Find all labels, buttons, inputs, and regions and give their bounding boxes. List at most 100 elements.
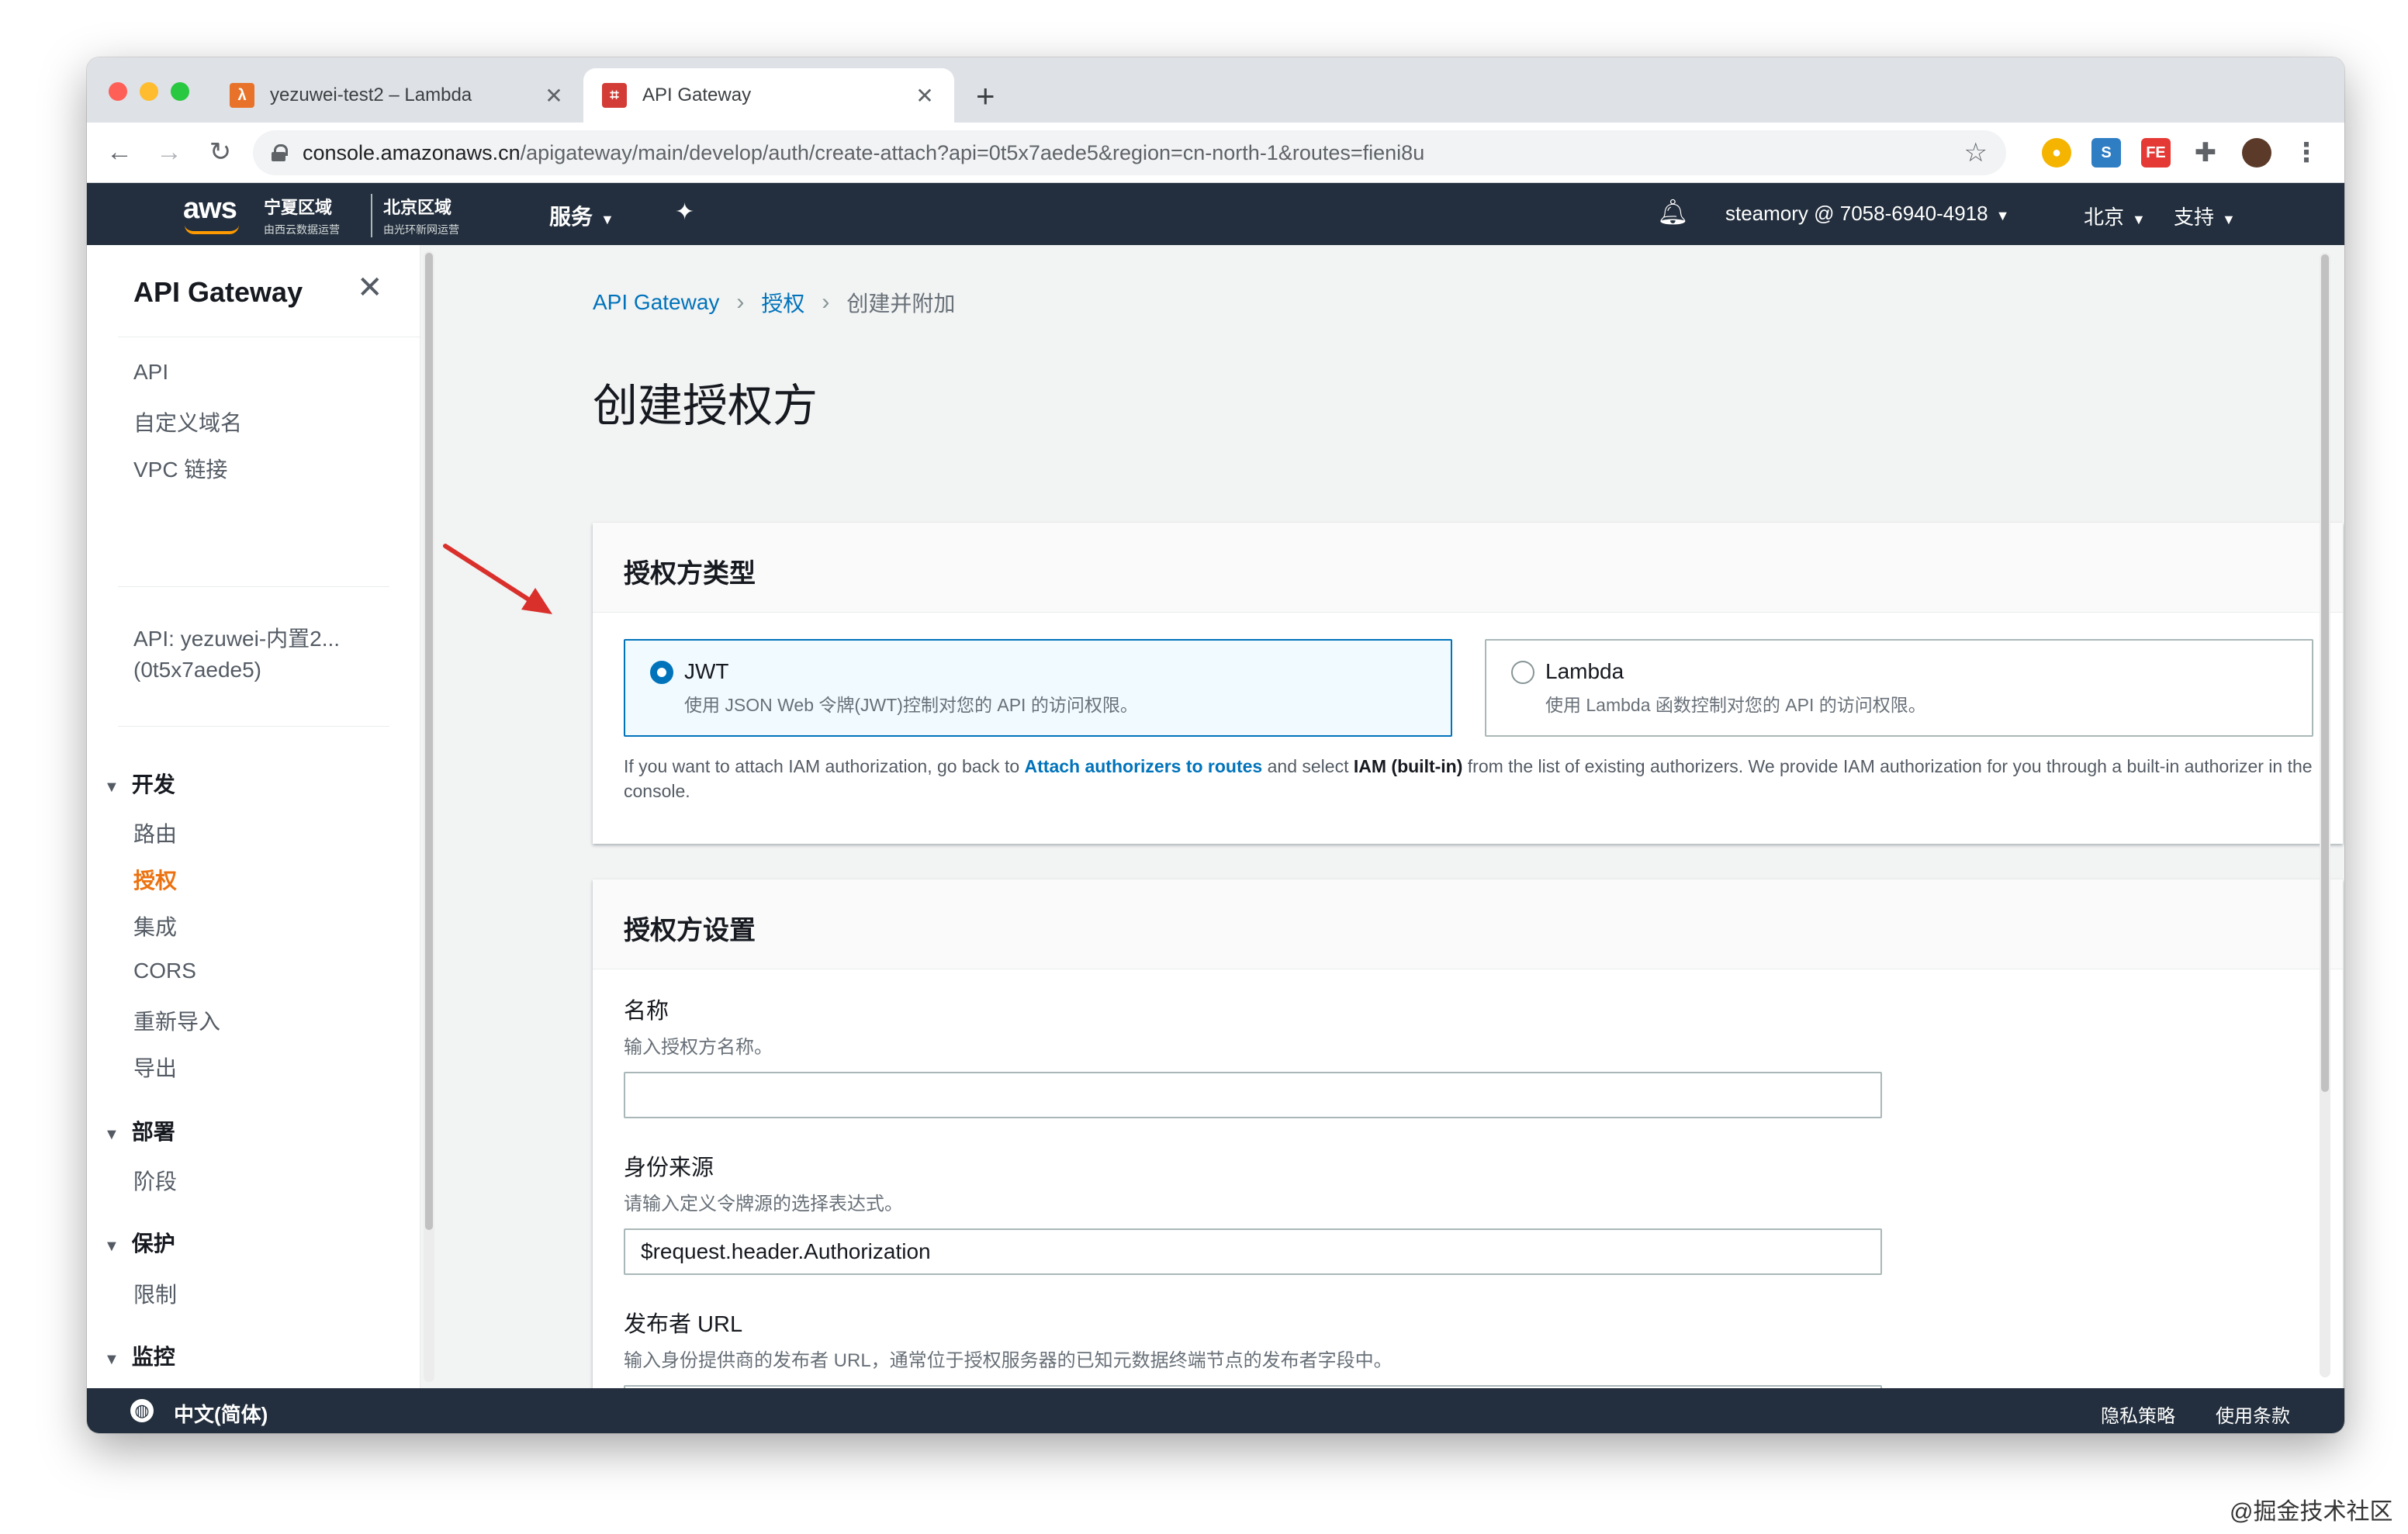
- page-title: 创建授权方: [593, 381, 818, 431]
- new-tab-button[interactable]: +: [976, 78, 995, 115]
- tab-strip: λ yezuwei-test2 – Lambda ✕ ⌗ API Gateway…: [87, 57, 2344, 123]
- sidebar-scrollbar-thumb[interactable]: [425, 253, 433, 1230]
- api-gateway-icon: ⌗: [602, 83, 627, 108]
- chevron-right-icon: ›: [822, 289, 830, 315]
- extension-icon[interactable]: ●: [2042, 138, 2071, 168]
- kebab-menu-icon[interactable]: ⋮: [2292, 138, 2321, 168]
- back-icon[interactable]: ←: [102, 135, 137, 169]
- url-text: console.amazonaws.cn/apigateway/main/dev…: [303, 140, 1425, 164]
- close-icon[interactable]: ✕: [914, 83, 936, 109]
- lock-icon[interactable]: [272, 144, 288, 161]
- divider: [118, 726, 389, 727]
- sidebar-section-protect[interactable]: ▼ 保护: [104, 1227, 175, 1258]
- option-label: Lambda: [1545, 659, 1624, 683]
- breadcrumb-authorization[interactable]: 授权: [761, 287, 804, 318]
- iam-note: If you want to attach IAM authorization,…: [624, 756, 2313, 801]
- chevron-right-icon: ›: [736, 289, 745, 315]
- close-window-button[interactable]: [109, 82, 127, 101]
- name-description: 输入授权方名称。: [624, 1037, 773, 1058]
- authorizer-type-jwt[interactable]: JWT 使用 JSON Web 令牌(JWT)控制对您的 API 的访问权限。: [624, 639, 1452, 737]
- close-icon[interactable]: ✕: [543, 83, 565, 109]
- avatar[interactable]: [2242, 138, 2271, 168]
- api-name: API: yezuwei-内置2...: [133, 627, 341, 651]
- watermark: @掘金技术社区: [2230, 1499, 2393, 1525]
- breadcrumb: API Gateway › 授权 › 创建并附加: [593, 287, 955, 318]
- tab-title: yezuwei-test2 – Lambda: [270, 85, 472, 105]
- browser-tab-api-gateway[interactable]: ⌗ API Gateway ✕: [583, 68, 954, 123]
- browser-toolbar: ← → ↻ console.amazonaws.cn/apigateway/ma…: [87, 123, 2344, 183]
- name-label: 名称: [624, 999, 669, 1024]
- aws-smile-logo: [185, 225, 239, 234]
- sidebar-section-develop[interactable]: ▼ 开发: [104, 768, 175, 799]
- sidebar-item-stages[interactable]: 阶段: [133, 1165, 177, 1196]
- language-selector[interactable]: 中文(简体): [174, 1399, 268, 1428]
- region-menu[interactable]: 北京 ▼: [2084, 202, 2146, 230]
- radio-jwt[interactable]: [650, 661, 673, 684]
- option-label: JWT: [684, 659, 729, 683]
- forward-icon[interactable]: →: [152, 135, 186, 169]
- chevron-down-icon: ▼: [600, 212, 614, 227]
- page-scrollbar-thumb[interactable]: [2321, 254, 2329, 1092]
- lambda-icon: λ: [230, 83, 254, 108]
- sidebar-current-api[interactable]: API: yezuwei-内置2... (0t5x7aede5): [133, 624, 340, 686]
- authorizer-type-lambda[interactable]: Lambda 使用 Lambda 函数控制对您的 API 的访问权限。: [1485, 639, 2313, 737]
- address-bar[interactable]: console.amazonaws.cn/apigateway/main/dev…: [253, 130, 2006, 175]
- sidebar-title: API Gateway: [133, 276, 303, 308]
- browser-window: λ yezuwei-test2 – Lambda ✕ ⌗ API Gateway…: [87, 57, 2344, 1433]
- support-menu[interactable]: 支持 ▼: [2174, 202, 2236, 230]
- sidebar-item-vpc-link[interactable]: VPC 链接: [133, 453, 227, 484]
- chevron-down-icon: ▼: [2132, 212, 2146, 227]
- option-description: 使用 JSON Web 令牌(JWT)控制对您的 API 的访问权限。: [684, 695, 1138, 715]
- authorizer-settings-panel: 授权方设置 名称 输入授权方名称。 身份来源 请输入定义令牌源的选择表达式。 发…: [593, 879, 2343, 1432]
- sidebar-item-routes[interactable]: 路由: [133, 817, 177, 848]
- bookmark-star-icon[interactable]: ☆: [1964, 137, 1988, 168]
- privacy-link[interactable]: 隐私策略: [2101, 1401, 2175, 1428]
- reload-icon[interactable]: ↻: [203, 135, 237, 169]
- sidebar-section-monitor[interactable]: ▼ 监控: [104, 1340, 175, 1371]
- browser-tab-lambda[interactable]: λ yezuwei-test2 – Lambda ✕: [211, 68, 583, 123]
- api-id: (0t5x7aede5): [133, 658, 262, 682]
- identity-source-description: 请输入定义令牌源的选择表达式。: [624, 1194, 903, 1214]
- close-icon[interactable]: ✕: [357, 270, 383, 306]
- attach-authorizers-link[interactable]: Attach authorizers to routes: [1025, 756, 1263, 776]
- panel-title: 授权方设置: [593, 879, 2343, 969]
- divider: [118, 586, 389, 587]
- sidebar-item-throttling[interactable]: 限制: [133, 1278, 177, 1309]
- sidebar-item-authorization[interactable]: 授权: [133, 864, 177, 895]
- identity-source-input[interactable]: [624, 1228, 1882, 1275]
- issuer-url-description: 输入身份提供商的发布者 URL，通常位于授权服务器的已知元数据终端节点的发布者字…: [624, 1350, 1393, 1371]
- breadcrumb-api-gateway[interactable]: API Gateway: [593, 290, 719, 315]
- puzzle-icon[interactable]: ✚: [2191, 138, 2220, 168]
- services-menu[interactable]: 服务 ▼: [549, 200, 614, 231]
- account-menu[interactable]: steamory @ 7058-6940-4918 ▼: [1725, 202, 2009, 226]
- name-input[interactable]: [624, 1072, 1882, 1118]
- sidebar-item-api[interactable]: API: [133, 360, 168, 385]
- authorizer-type-panel: 授权方类型 JWT 使用 JSON Web 令牌(JWT)控制对您的 API 的…: [593, 523, 2343, 844]
- sidebar-item-export[interactable]: 导出: [133, 1052, 177, 1083]
- sidebar: API Gateway ✕ API 自定义域名 VPC 链接 API: yezu…: [87, 245, 420, 1388]
- extension-icon[interactable]: S: [2091, 138, 2121, 168]
- tab-title: API Gateway: [642, 85, 752, 105]
- bell-icon[interactable]: 🔔︎: [1657, 197, 1689, 226]
- issuer-url-label: 发布者 URL: [624, 1312, 743, 1337]
- breadcrumb-current: 创建并附加: [846, 292, 956, 316]
- pin-icon[interactable]: ✦: [675, 199, 694, 226]
- minimize-window-button[interactable]: [140, 82, 158, 101]
- radio-lambda[interactable]: [1511, 661, 1534, 684]
- sidebar-item-custom-domain[interactable]: 自定义域名: [133, 406, 242, 437]
- caret-down-icon: ▼: [104, 1126, 119, 1143]
- caret-down-icon: ▼: [104, 1238, 119, 1255]
- terms-link[interactable]: 使用条款: [2216, 1401, 2290, 1428]
- chevron-down-icon: ▼: [2222, 212, 2236, 227]
- sidebar-item-reimport[interactable]: 重新导入: [133, 1005, 220, 1036]
- sidebar-item-integrations[interactable]: 集成: [133, 910, 177, 941]
- region-beijing: 北京区域 由光环新网运营: [371, 194, 459, 237]
- globe-icon[interactable]: ◍: [130, 1399, 154, 1422]
- identity-source-label: 身份来源: [624, 1156, 714, 1180]
- sidebar-item-cors[interactable]: CORS: [133, 959, 196, 983]
- aws-logo[interactable]: aws: [183, 192, 237, 226]
- maximize-window-button[interactable]: [171, 82, 189, 101]
- sidebar-section-deploy[interactable]: ▼ 部署: [104, 1115, 175, 1146]
- extension-icon[interactable]: FE: [2141, 138, 2171, 168]
- chevron-down-icon: ▼: [1995, 208, 2010, 223]
